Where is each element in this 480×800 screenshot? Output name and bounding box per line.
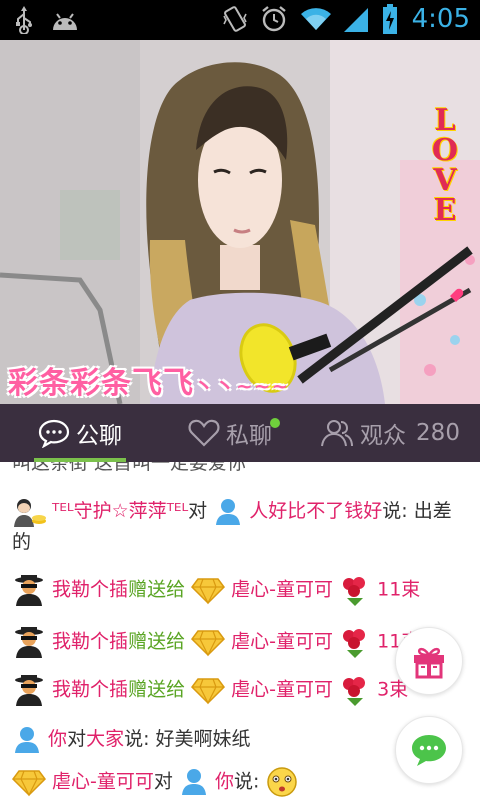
sender-name[interactable]: 虐心-童可可 — [52, 771, 154, 793]
user-avatar-icon — [14, 498, 46, 527]
vibrate-icon — [222, 6, 247, 32]
tab-label: 公聊 — [76, 423, 122, 449]
tab-public-chat[interactable]: 公聊 — [0, 404, 160, 462]
chat-tabs: 公聊 私聊 观众 280 — [0, 404, 480, 462]
diamond-icon — [191, 678, 226, 705]
diamond-icon — [191, 578, 226, 605]
gift-amount: 11束 — [377, 578, 421, 601]
tab-audience[interactable]: 观众 280 — [300, 404, 480, 462]
avatar-mafia-icon — [15, 627, 43, 658]
gift-message: 我勒个插赠送给 虐心-童可可 11束 — [12, 574, 468, 606]
diamond-icon — [12, 770, 46, 797]
chat-message: 虐心-童可可对 你说: — [12, 766, 468, 798]
avatar-mafia-icon — [15, 575, 43, 606]
user-icon — [15, 726, 39, 753]
rose-bouquet-icon — [343, 577, 366, 606]
sender-name[interactable]: 我勒个插 — [52, 679, 128, 701]
sender-name[interactable]: 我勒个插 — [52, 579, 128, 601]
sender-name[interactable]: 你 — [48, 728, 67, 750]
alarm-icon — [261, 6, 286, 32]
status-bar: 4:05 — [0, 0, 480, 40]
live-video[interactable]: L O V E 彩条彩条飞飞丶丶~~~ — [0, 40, 480, 404]
sender-name[interactable]: ᵀᴱᴸ守护☆萍萍ᵀᴱᴸ — [52, 500, 188, 522]
clock: 4:05 — [411, 4, 470, 34]
battery-icon — [382, 4, 397, 34]
rose-bouquet-icon — [343, 629, 366, 658]
android-icon — [53, 13, 77, 30]
rose-bouquet-icon — [343, 677, 366, 706]
usb-icon — [16, 6, 32, 34]
video-caption: 彩条彩条飞飞丶丶~~~ — [8, 366, 290, 401]
emoji-face-icon — [267, 767, 298, 797]
heart-icon — [188, 419, 220, 447]
notification-dot — [270, 418, 280, 428]
video-scene — [0, 40, 480, 404]
receiver-name[interactable]: 虐心-童可可 — [231, 579, 333, 601]
tab-label: 私聊 — [226, 423, 272, 449]
sender-name[interactable]: 我勒个插 — [52, 631, 128, 653]
receiver-name[interactable]: 虐心-童可可 — [231, 631, 333, 653]
receiver-name[interactable]: 虐心-童可可 — [231, 679, 333, 701]
receiver-name[interactable]: 你 — [215, 771, 234, 793]
signal-icon — [343, 8, 368, 32]
tab-private-chat[interactable]: 私聊 — [160, 404, 300, 462]
open-chat-input-button[interactable] — [395, 716, 463, 784]
receiver-name[interactable]: 大家 — [86, 728, 124, 750]
audience-count: 280 — [416, 420, 460, 446]
chat-bubble-icon — [38, 419, 70, 448]
love-sticker: L O V E — [431, 103, 459, 228]
user-icon — [181, 769, 206, 795]
send-gift-button[interactable] — [395, 627, 463, 695]
diamond-icon — [191, 630, 226, 657]
avatar-mafia-icon — [15, 675, 43, 706]
gift-box-icon — [414, 647, 444, 679]
receiver-name[interactable]: 人好比不了钱好 — [249, 500, 382, 522]
chat-bubble-icon — [412, 735, 446, 766]
chat-message-partial: 叫这条街 这首叫一定要爱你 — [12, 462, 247, 474]
user-icon — [216, 498, 241, 525]
chat-message: ᵀᴱᴸ守护☆萍萍ᵀᴱᴸ对 人好比不了钱好说: 出差的 — [12, 496, 468, 557]
audience-icon — [321, 420, 354, 447]
wifi-icon — [300, 8, 331, 31]
public-chat-list[interactable]: 叫这条街 这首叫一定要爱你 ᵀᴱᴸ守护☆萍萍ᵀᴱᴸ对 人好比不了钱好说: 出差的… — [0, 462, 480, 800]
tab-label: 观众 — [360, 423, 407, 449]
